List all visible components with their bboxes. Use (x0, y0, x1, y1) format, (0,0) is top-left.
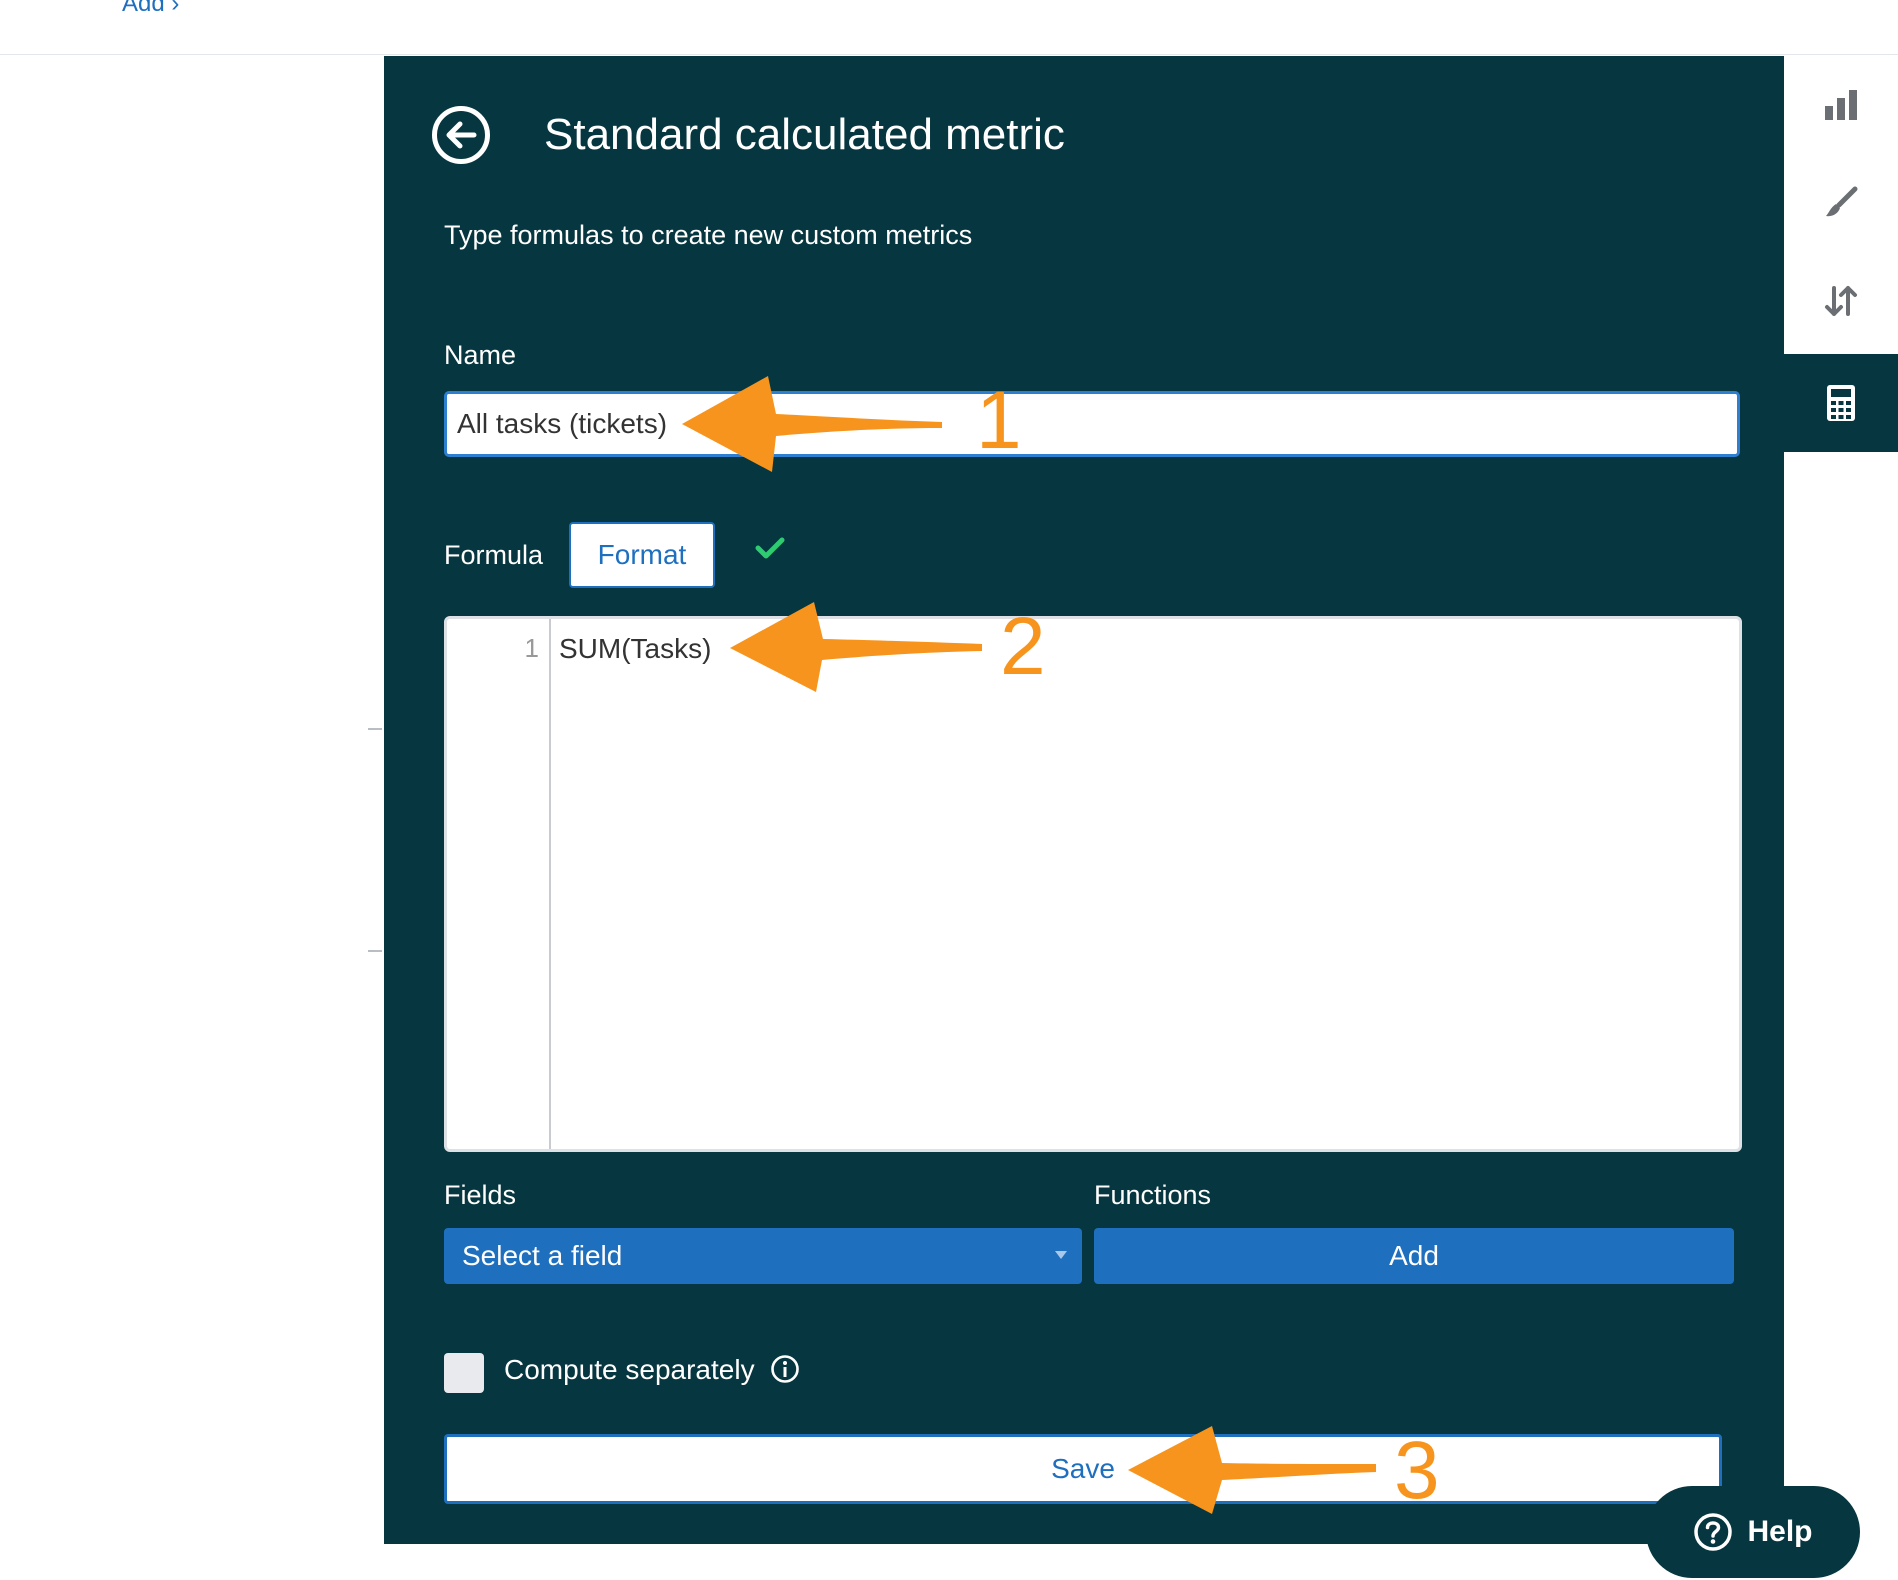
add-link[interactable]: Add › (122, 0, 179, 18)
format-button[interactable]: Format (569, 522, 715, 588)
top-bar: Add › (0, 0, 1898, 55)
bar-chart-icon (1825, 90, 1857, 120)
save-button[interactable]: Save (444, 1434, 1722, 1504)
editor-gutter: 1 (447, 619, 551, 1149)
background-tick (368, 950, 382, 952)
check-icon (755, 537, 785, 559)
sidebar-item-sort[interactable] (1784, 252, 1898, 350)
annotation-number-2: 2 (1000, 601, 1046, 692)
info-icon[interactable] (770, 1354, 800, 1384)
question-circle-icon (1694, 1513, 1733, 1551)
help-label: Help (1747, 1515, 1813, 1548)
panel-title: Standard calculated metric (544, 110, 1065, 159)
sort-icon (1825, 286, 1857, 316)
sidebar-item-calculator[interactable] (1784, 354, 1898, 452)
annotation-arrow-3 (1128, 1426, 1376, 1514)
sidebar-item-style[interactable] (1784, 154, 1898, 252)
compute-separately-label: Compute separately (504, 1354, 755, 1385)
code-line[interactable]: SUM(Tasks) (559, 633, 711, 665)
field-select-value: Select a field (462, 1240, 623, 1271)
name-input[interactable] (444, 391, 1740, 457)
background-tick (368, 728, 382, 730)
panel-subtitle: Type formulas to create new custom metri… (444, 220, 973, 250)
back-button[interactable] (432, 106, 490, 164)
arrow-left-icon (446, 121, 477, 149)
fields-label: Fields (444, 1180, 517, 1210)
field-select[interactable]: Select a field (444, 1228, 1082, 1284)
annotation-arrow-1 (682, 376, 942, 472)
sidebar-item-chart[interactable] (1784, 56, 1898, 154)
add-function-button[interactable]: Add (1094, 1228, 1734, 1284)
line-number: 1 (524, 633, 539, 663)
annotation-number-3: 3 (1394, 1425, 1440, 1516)
paint-brush-icon (1826, 186, 1858, 217)
compute-separately-checkbox[interactable] (444, 1353, 484, 1393)
calculator-icon (1827, 385, 1855, 421)
calculated-metric-panel: Standard calculated metric Type formulas… (384, 56, 1784, 1544)
caret-down-icon (1055, 1251, 1067, 1259)
formula-label: Formula (444, 540, 544, 570)
help-button[interactable]: Help (1646, 1486, 1860, 1578)
annotation-arrow-2 (730, 602, 982, 692)
annotation-number-1: 1 (976, 375, 1022, 466)
formula-editor[interactable]: 1 SUM(Tasks) (444, 616, 1742, 1152)
functions-label: Functions (1094, 1180, 1212, 1210)
name-label: Name (444, 340, 517, 370)
